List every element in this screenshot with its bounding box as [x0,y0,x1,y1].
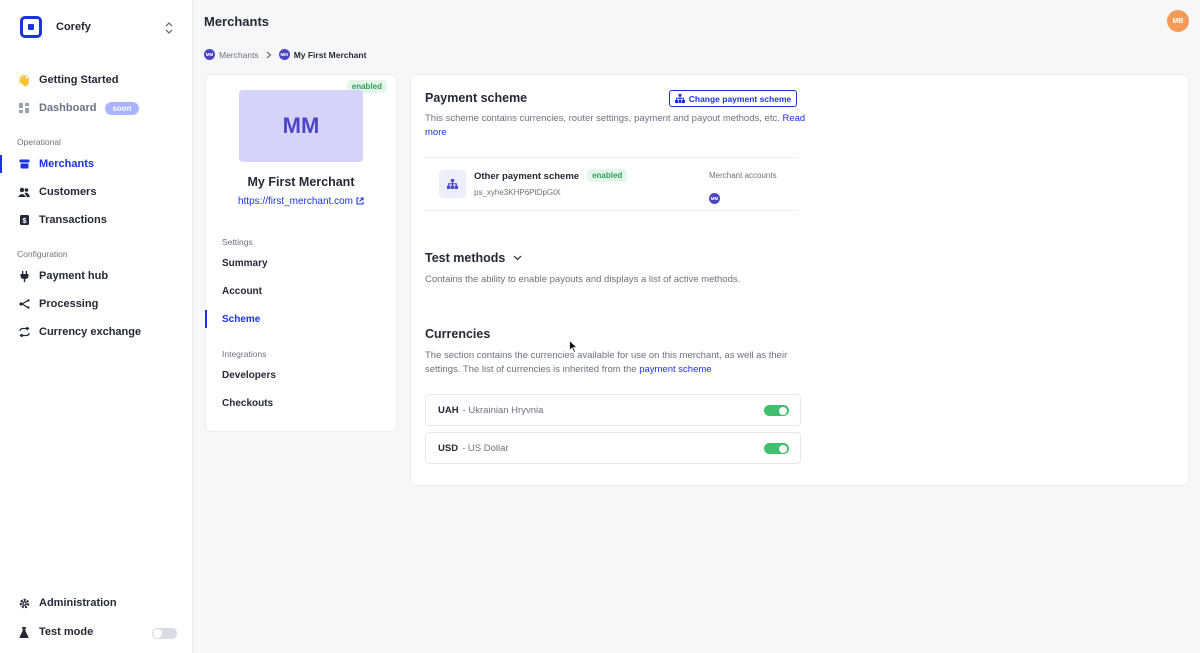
sidebar-item-merchants[interactable]: Merchants [0,153,192,175]
flask-icon [18,626,30,638]
tab-scheme[interactable]: Scheme [222,314,260,325]
sidebar-section-operational: Operational [17,137,61,147]
scheme-id: ps_xyhe3KHP6PtDpGtX [474,188,561,197]
mouse-cursor-icon [569,340,578,353]
merchant-card: enabled MM My First Merchant https://fir… [205,74,397,432]
sidebar-section-configuration: Configuration [17,249,68,259]
scheme-list-item[interactable]: Other payment scheme enabled ps_xyhe3KHP6… [425,157,797,211]
sidebar-item-payment-hub[interactable]: Payment hub [0,265,192,287]
payment-scheme-description-text: This scheme contains currencies, router … [425,113,780,124]
sidebar-item-transactions[interactable]: $ Transactions [0,209,192,231]
tab-summary[interactable]: Summary [222,258,268,269]
currencies-description-text: The section contains the currencies avai… [425,350,788,375]
merchant-name: My First Merchant [247,175,355,189]
sidebar-item-label: Getting Started [39,74,119,86]
test-methods-title[interactable]: Test methods [425,251,522,265]
integrations-section-label: Integrations [222,349,267,359]
currencies-description: The section contains the currencies avai… [425,349,805,377]
sidebar-item-label: Test mode [39,626,94,638]
merchant-accounts-label: Merchant accounts [709,171,777,180]
payment-scheme-link[interactable]: payment scheme [639,364,711,375]
store-icon [18,158,30,170]
payment-scheme-description: This scheme contains currencies, router … [425,112,810,140]
currency-code: UAH [438,404,459,416]
currency-name: - Ukrainian Hryvnia [462,404,544,416]
dollar-icon: $ [18,214,30,226]
sidebar-item-label: Customers [39,186,97,198]
sidebar-item-label: Administration [39,597,117,609]
breadcrumb: MM Merchants MM My First Merchant [204,49,366,60]
merchant-logo[interactable]: MM [239,90,363,162]
sidebar: Corefy 👋 Getting Started Dashboard soon … [0,0,193,653]
tab-developers[interactable]: Developers [222,370,276,381]
exchange-icon [18,326,30,338]
workspace-name: Corefy [56,21,91,33]
routing-icon [18,298,30,310]
user-avatar[interactable]: MB [1167,10,1189,32]
merchant-account-avatar[interactable]: MM [709,193,720,204]
sidebar-item-currency-exchange[interactable]: Currency exchange [0,321,192,343]
active-tab-indicator [205,310,207,328]
currency-toggle-usd[interactable] [764,443,789,454]
change-payment-scheme-label: Change payment scheme [688,93,792,104]
sidebar-item-dashboard[interactable]: Dashboard soon [0,97,192,119]
users-icon [18,186,30,198]
currency-name: - US Dollar [462,442,509,454]
sidebar-item-label: Payment hub [39,270,109,282]
chevron-up-down-icon[interactable] [164,21,174,35]
sidebar-item-administration[interactable]: Administration [0,592,192,614]
sidebar-item-label: Dashboard [39,102,97,114]
plug-icon [18,270,30,282]
sidebar-item-label: Merchants [39,158,95,170]
payment-scheme-title: Payment scheme [425,91,528,105]
currency-toggle-uah[interactable] [764,405,789,416]
scheme-panel: Payment scheme Change payment scheme Thi… [410,74,1189,486]
breadcrumb-merchants-link[interactable]: Merchants [219,50,259,60]
external-link-icon [356,197,364,205]
merchant-url-text: https://first_merchant.com [237,196,354,207]
change-payment-scheme-button[interactable]: Change payment scheme [669,90,797,107]
currency-row-uah: UAH - Ukrainian Hryvnia [425,394,801,426]
test-methods-title-text: Test methods [425,251,506,265]
sidebar-item-label: Transactions [39,214,107,226]
settings-section-label: Settings [222,237,253,247]
scheme-name-text: Other payment scheme [474,171,580,182]
scheme-name: Other payment scheme enabled [474,169,628,182]
sidebar-item-label: Processing [39,298,99,310]
gear-icon [18,597,30,609]
waving-hand-icon: 👋 [17,74,31,87]
tab-checkouts[interactable]: Checkouts [222,398,273,409]
merchant-url-link[interactable]: https://first_merchant.com [206,196,396,207]
soon-badge: soon [105,101,139,115]
sidebar-item-processing[interactable]: Processing [0,293,192,315]
corefy-logo-icon [20,16,42,38]
scheme-hierarchy-icon [439,170,466,198]
scheme-status-badge: enabled [587,169,628,182]
test-methods-description: Contains the ability to enable payouts a… [425,274,741,285]
merchant-avatar-mini: MM [204,49,215,60]
tab-account[interactable]: Account [222,286,262,297]
chevron-down-icon [513,255,522,261]
chevron-right-icon [266,51,272,59]
breadcrumb-current: My First Merchant [293,49,367,60]
currency-row-usd: USD - US Dollar [425,432,801,464]
currency-code: USD [438,442,459,454]
hierarchy-icon [674,94,685,103]
sidebar-item-customers[interactable]: Customers [0,181,192,203]
currencies-title: Currencies [425,327,491,341]
dashboard-icon [18,102,30,114]
sidebar-item-getting-started[interactable]: 👋 Getting Started [0,69,192,91]
workspace-switcher[interactable]: Corefy [20,16,91,38]
test-mode-toggle[interactable] [152,628,177,639]
sidebar-item-label: Currency exchange [39,326,142,338]
merchant-avatar-mini: MM [278,49,290,60]
page-title: Merchants [204,14,270,29]
